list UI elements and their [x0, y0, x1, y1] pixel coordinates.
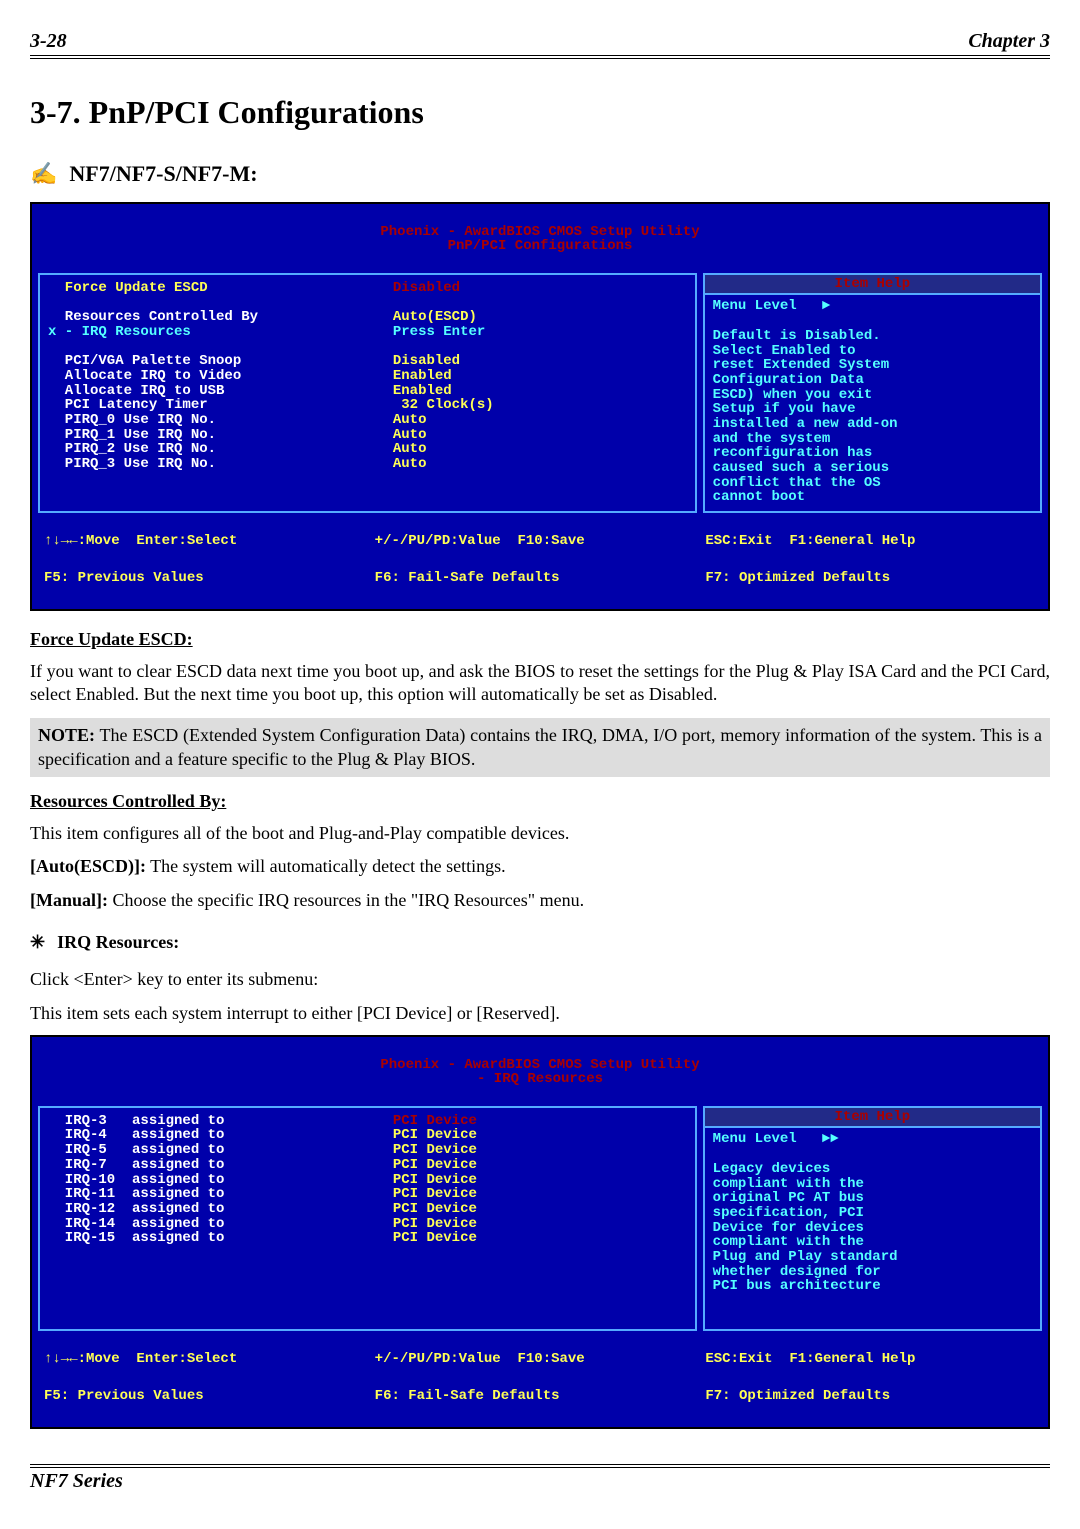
- manual-text: Choose the specific IRQ resources in the…: [108, 890, 584, 910]
- nav-f6: F6: Fail-Safe Defaults: [375, 571, 706, 586]
- bios-values: Disabled Auto(ESCD)Press Enter DisabledE…: [393, 281, 687, 505]
- gear-icon: ✳: [30, 932, 45, 953]
- bios-subtitle: PnP/PCI Configurations: [38, 239, 1042, 254]
- bios-nav: ↑↓→←:Move Enter:Select+/-/PU/PD:Value F1…: [38, 1350, 1042, 1369]
- note-text: The ESCD (Extended System Configuration …: [38, 725, 1042, 768]
- option-heading: Resources Controlled By:: [30, 791, 1050, 812]
- para: This item configures all of the boot and…: [30, 822, 1050, 845]
- nav-move: ↑↓→←:Move Enter:Select: [44, 534, 375, 549]
- bios-nav2: F5: Previous ValuesF6: Fail-Safe Default…: [38, 1387, 1042, 1406]
- nav-f5: F5: Previous Values: [44, 1389, 375, 1404]
- para: If you want to clear ESCD data next time…: [30, 660, 1050, 707]
- nav-f7: F7: Optimized Defaults: [705, 1389, 1036, 1404]
- help-title: Item Help: [705, 1108, 1040, 1129]
- option-heading: Force Update ESCD:: [30, 629, 1050, 650]
- bios-help: Item Help Menu Level ►► Legacy devicescom…: [703, 1106, 1042, 1332]
- para: [Auto(ESCD)]: The system will automatica…: [30, 855, 1050, 878]
- nav-exit: ESC:Exit F1:General Help: [705, 534, 1036, 549]
- note-label: NOTE:: [38, 725, 95, 745]
- section-title: 3-7. PnP/PCI Configurations: [30, 94, 1050, 131]
- nav-exit: ESC:Exit F1:General Help: [705, 1352, 1036, 1367]
- hand-icon: ✍: [30, 161, 57, 187]
- bios-labels: IRQ-3 assigned to IRQ-4 assigned to IRQ-…: [48, 1114, 393, 1324]
- bios-help: Item Help Menu Level ► Default is Disable…: [703, 273, 1042, 513]
- page-num: 3-28: [30, 30, 67, 53]
- page-footer: NF7 Series: [30, 1464, 1050, 1493]
- bios-table: IRQ-3 assigned to IRQ-4 assigned to IRQ-…: [38, 1106, 1042, 1332]
- nav-f6: F6: Fail-Safe Defaults: [375, 1389, 706, 1404]
- model-heading: ✍ NF7/NF7-S/NF7-M:: [30, 161, 1050, 187]
- note-box: NOTE: The ESCD (Extended System Configur…: [30, 718, 1050, 777]
- bios-values: PCI DevicePCI DevicePCI DevicePCI Device…: [393, 1114, 687, 1324]
- bios-main[interactable]: IRQ-3 assigned to IRQ-4 assigned to IRQ-…: [38, 1106, 697, 1332]
- help-text: Menu Level ►► Legacy devicescompliant wi…: [713, 1132, 1032, 1323]
- help-title: Item Help: [705, 275, 1040, 296]
- nav-f7: F7: Optimized Defaults: [705, 571, 1036, 586]
- help-text: Menu Level ► Default is Disabled.Select …: [713, 299, 1032, 505]
- bios-screenshot-1: Phoenix - AwardBIOS CMOS Setup UtilityPn…: [30, 202, 1050, 611]
- manual-label: [Manual]:: [30, 890, 108, 910]
- auto-text: The system will automatically detect the…: [146, 856, 506, 876]
- bios-screenshot-2: Phoenix - AwardBIOS CMOS Setup Utility- …: [30, 1035, 1050, 1429]
- bios-table: Force Update ESCD Resources Controlled B…: [38, 273, 1042, 513]
- bios-nav: ↑↓→←:Move Enter:Select+/-/PU/PD:Value F1…: [38, 532, 1042, 551]
- bios-banner: Phoenix - AwardBIOS CMOS Setup Utility: [38, 225, 1042, 240]
- bios-main[interactable]: Force Update ESCD Resources Controlled B…: [38, 273, 697, 513]
- bios-nav2: F5: Previous ValuesF6: Fail-Safe Default…: [38, 569, 1042, 588]
- irq-title: IRQ Resources:: [57, 932, 179, 953]
- auto-label: [Auto(ESCD)]:: [30, 856, 146, 876]
- model-text: NF7/NF7-S/NF7-M:: [69, 161, 257, 187]
- nav-value: +/-/PU/PD:Value F10:Save: [375, 1352, 706, 1367]
- nav-move: ↑↓→←:Move Enter:Select: [44, 1352, 375, 1367]
- bios-labels: Force Update ESCD Resources Controlled B…: [48, 281, 393, 505]
- chapter: Chapter 3: [968, 30, 1050, 53]
- irq-heading: ✳ IRQ Resources:: [30, 932, 1050, 953]
- para: This item sets each system interrupt to …: [30, 1002, 1050, 1025]
- nav-f5: F5: Previous Values: [44, 571, 375, 586]
- para: Click <Enter> key to enter its submenu:: [30, 968, 1050, 991]
- para: [Manual]: Choose the specific IRQ resour…: [30, 889, 1050, 912]
- bios-banner: Phoenix - AwardBIOS CMOS Setup Utility: [38, 1058, 1042, 1073]
- bios-subtitle: - IRQ Resources: [38, 1072, 1042, 1087]
- nav-value: +/-/PU/PD:Value F10:Save: [375, 534, 706, 549]
- page-header: 3-28 Chapter 3: [30, 30, 1050, 59]
